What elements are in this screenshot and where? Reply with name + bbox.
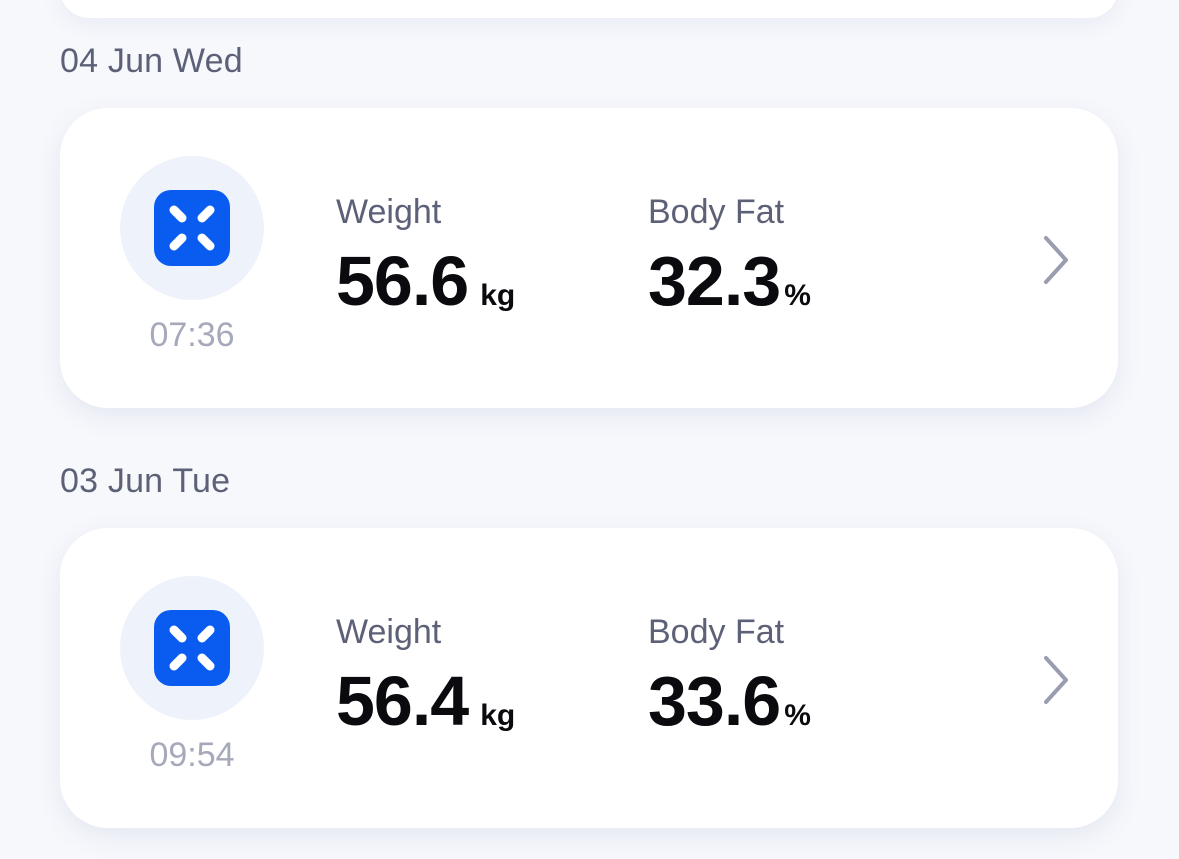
chevron-right-icon[interactable] <box>1040 234 1070 286</box>
weight-unit: kg <box>480 279 516 312</box>
body-fat-unit: % <box>784 699 811 732</box>
device-icon-circle <box>120 576 264 720</box>
body-fat-value-row: 32.3% <box>648 246 811 336</box>
chevron-right-icon[interactable] <box>1040 654 1070 706</box>
measurement-time: 09:54 <box>149 736 235 774</box>
weight-value-row: 56.6 kg <box>336 246 515 336</box>
weight-label: Weight <box>336 193 442 231</box>
weight-value: 56.6 <box>336 242 469 320</box>
body-fat-value: 32.3 <box>648 242 781 320</box>
body-fat-unit: % <box>784 279 811 312</box>
body-fat-value-row: 33.6% <box>648 666 811 756</box>
weight-value: 56.4 <box>336 662 469 740</box>
scale-icon <box>154 610 230 686</box>
body-fat-label: Body Fat <box>648 613 785 651</box>
record-card[interactable]: 07:36 Weight 56.6 kg Body Fat 32.3% <box>60 108 1118 408</box>
body-fat-metric: Body Fat 32.3% <box>648 192 811 336</box>
body-fat-label: Body Fat <box>648 193 785 231</box>
date-label: 04 Jun Wed <box>60 42 243 80</box>
weight-label: Weight <box>336 613 442 651</box>
scale-icon <box>154 190 230 266</box>
weight-metric: Weight 56.4 kg <box>336 612 515 756</box>
record-card[interactable]: 09:54 Weight 56.4 kg Body Fat 33.6% <box>60 528 1118 828</box>
body-fat-metric: Body Fat 33.6% <box>648 612 811 756</box>
device-icon-circle <box>120 156 264 300</box>
weight-value-row: 56.4 kg <box>336 666 515 756</box>
date-label: 03 Jun Tue <box>60 462 231 500</box>
weight-metric: Weight 56.6 kg <box>336 192 515 336</box>
body-fat-value: 33.6 <box>648 662 781 740</box>
weight-unit: kg <box>480 699 516 732</box>
measurement-time: 07:36 <box>149 316 235 354</box>
previous-record-card[interactable] <box>60 0 1118 18</box>
